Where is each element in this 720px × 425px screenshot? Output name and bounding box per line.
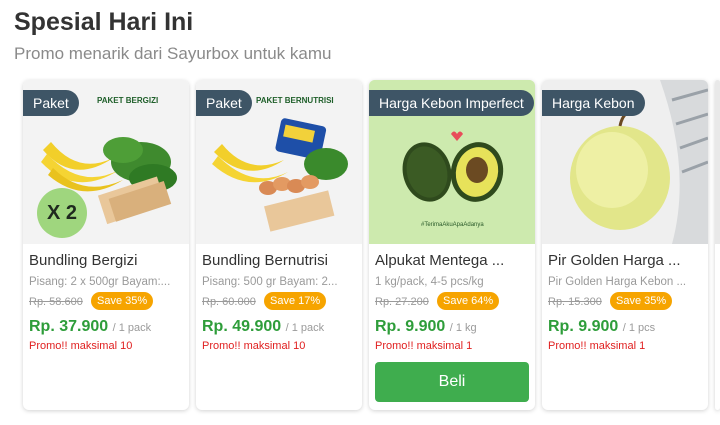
product-name[interactable]: Pir Golden Harga ...: [548, 252, 700, 269]
price-unit: / 1 kg: [449, 322, 477, 334]
product-description: Pisang: 2 x 500gr Bayam:...: [29, 276, 171, 288]
original-price: Rp. 15.300: [548, 296, 602, 308]
current-price: Rp. 37.900: [29, 318, 109, 335]
promo-limit: Promo!! maksimal 1: [375, 340, 473, 352]
product-card-bundling-bergizi[interactable]: PAKET BERGIZI X 2 Paket Bundling Bergizi…: [23, 80, 189, 410]
product-card-bundling-bernutrisi[interactable]: PAKET BERNUTRISI Paket Bundling Bernutri…: [196, 80, 362, 410]
section-subtitle: Promo menarik dari Sayurbox untuk kamu: [14, 44, 332, 63]
price-row: Rp. 9.900 / 1 kg: [375, 318, 477, 336]
product-description: Pisang: 500 gr Bayam: 2...: [202, 276, 338, 288]
image-label: #TerimaAkuApaAdanya: [421, 222, 484, 228]
discount-badge: Save 17%: [264, 292, 327, 310]
original-price: Rp. 60.000: [202, 296, 256, 308]
section-title: Spesial Hari Ini: [14, 8, 194, 36]
product-name[interactable]: Bundling Bernutrisi: [202, 252, 354, 269]
discount-badge: Save 64%: [437, 292, 500, 310]
discount-badge: Save 35%: [91, 292, 154, 310]
product-name[interactable]: Bundling Bergizi: [29, 252, 181, 269]
product-name[interactable]: Alpukat Mentega ...: [375, 252, 527, 269]
product-card-pir-golden[interactable]: Harga Kebon Pir Golden Harga ... Pir Gol…: [542, 80, 708, 410]
multiplier-badge: X 2: [37, 188, 87, 238]
original-price: Rp. 27.200: [375, 296, 429, 308]
product-card-alpukat-mentega[interactable]: #TerimaAkuApaAdanya Harga Kebon Imperfec…: [369, 80, 535, 410]
promo-limit: Promo!! maksimal 10: [202, 340, 306, 352]
price-row: Rp. 9.900 / 1 pcs: [548, 318, 655, 336]
current-price: Rp. 9.900: [375, 318, 446, 335]
category-badge: Harga Kebon: [542, 90, 645, 116]
product-description: 1 kg/pack, 4-5 pcs/kg: [375, 276, 484, 288]
original-price: Rp. 58.600: [29, 296, 83, 308]
current-price: Rp. 9.900: [548, 318, 619, 335]
category-badge: Paket: [23, 90, 79, 116]
buy-button[interactable]: Beli: [375, 362, 529, 402]
image-label: PAKET BERNUTRISI: [256, 96, 334, 105]
price-unit: / 1 pack: [112, 322, 152, 334]
discount-badge: Save 35%: [610, 292, 673, 310]
price-row: Rp. 37.900 / 1 pack: [29, 318, 151, 336]
product-description: Pir Golden Harga Kebon ...: [548, 276, 687, 288]
price-unit: / 1 pcs: [622, 322, 656, 334]
product-image: [715, 80, 720, 244]
current-price: Rp. 49.900: [202, 318, 282, 335]
promo-limit: Promo!! maksimal 1: [548, 340, 646, 352]
product-card-next[interactable]: [715, 80, 720, 410]
price-unit: / 1 pack: [285, 322, 325, 334]
category-badge: Paket: [196, 90, 252, 116]
image-label: PAKET BERGIZI: [97, 96, 159, 105]
price-row: Rp. 49.900 / 1 pack: [202, 318, 324, 336]
category-badge: Harga Kebon Imperfect: [369, 90, 534, 116]
promo-limit: Promo!! maksimal 10: [29, 340, 133, 352]
